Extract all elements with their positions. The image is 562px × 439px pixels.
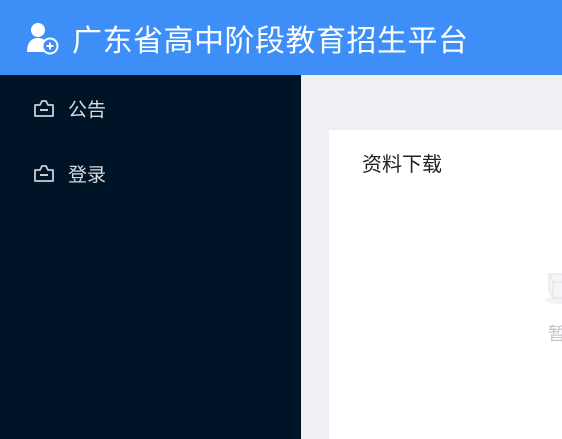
sidebar-item-announcement[interactable]: 公告 xyxy=(0,81,301,135)
sidebar-item-label: 登录 xyxy=(68,163,107,186)
main-content: 资料下载 暂 xyxy=(301,75,562,439)
card-title: 资料下载 xyxy=(362,152,442,176)
folder-icon xyxy=(34,165,54,182)
top-header: 广东省高中阶段教育招生平台 xyxy=(0,0,562,75)
empty-box-icon xyxy=(545,273,562,304)
download-card: 资料下载 暂 xyxy=(329,130,562,439)
user-add-icon xyxy=(27,22,59,54)
empty-state-text: 暂 xyxy=(548,324,562,345)
folder-icon xyxy=(34,100,54,117)
sidebar-item-login[interactable]: 登录 xyxy=(0,146,301,200)
app-title: 广东省高中阶段教育招生平台 xyxy=(72,23,469,59)
sidebar: 公告 登录 xyxy=(0,75,301,439)
sidebar-item-label: 公告 xyxy=(68,98,107,121)
